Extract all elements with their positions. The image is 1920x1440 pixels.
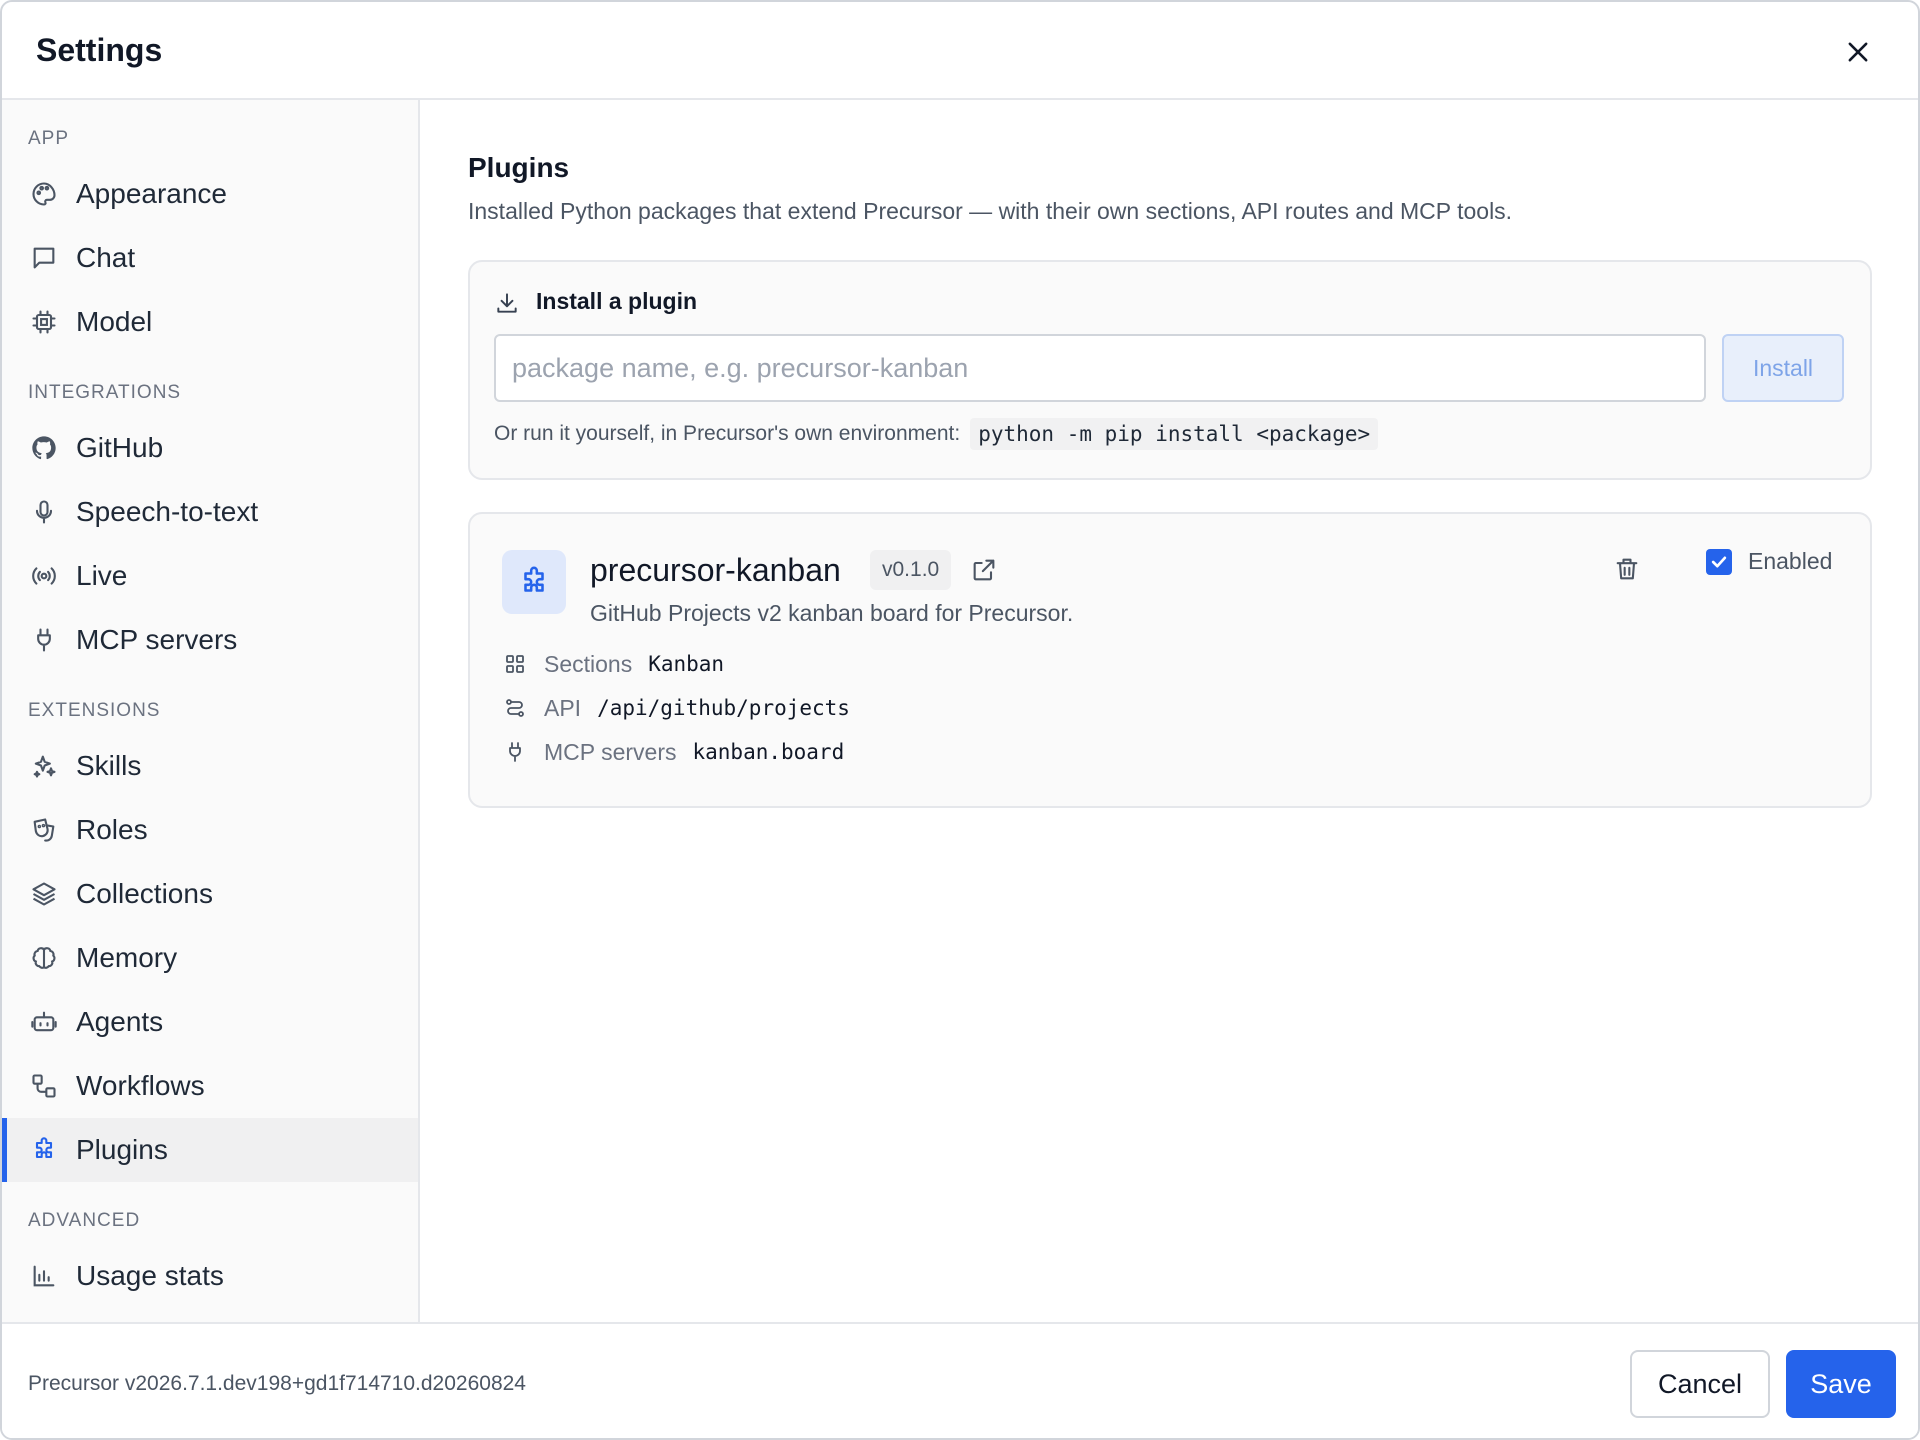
settings-sidebar: APP Appearance Chat Model INTEGRATIONS G… <box>2 100 420 1322</box>
plugin-meta-mcp-servers: MCP servers kanban.board <box>502 734 844 770</box>
close-icon <box>1848 42 1868 62</box>
puzzle-icon <box>30 1136 58 1164</box>
external-link-icon <box>973 559 995 581</box>
sidebar-section-integrations: INTEGRATIONS <box>28 382 182 403</box>
package-name-input[interactable] <box>494 334 1706 402</box>
sidebar-section-advanced: ADVANCED <box>28 1210 141 1231</box>
app-version: Precursor v2026.7.1.dev198+gd1f714710.d2… <box>28 1372 526 1395</box>
page-subtitle: Installed Python packages that extend Pr… <box>468 198 1513 224</box>
sidebar-section-app: APP <box>28 128 70 149</box>
sidebar-item-label: Usage stats <box>76 1260 224 1291</box>
sidebar-item-collections[interactable]: Collections <box>2 862 418 926</box>
plugin-description: GitHub Projects v2 kanban board for Prec… <box>590 600 1074 626</box>
sidebar-item-plugins[interactable]: Plugins <box>2 1118 418 1182</box>
meta-label: MCP servers <box>544 738 677 765</box>
palette-icon <box>30 180 58 208</box>
meta-value: Kanban <box>648 652 725 676</box>
plugin-meta-api: API /api/github/projects <box>502 690 850 726</box>
sidebar-item-label: Skills <box>76 750 142 781</box>
plug-icon <box>502 739 528 765</box>
theater-masks-icon <box>30 816 58 844</box>
sidebar-item-skills[interactable]: Skills <box>2 734 418 798</box>
robot-icon <box>30 1008 58 1036</box>
chat-bubble-icon <box>30 244 58 272</box>
puzzle-icon <box>524 566 544 592</box>
brain-icon <box>30 944 58 972</box>
sidebar-item-appearance[interactable]: Appearance <box>2 162 418 226</box>
dialog-header: Settings <box>2 2 1918 100</box>
sidebar-item-label: Plugins <box>76 1134 168 1165</box>
sidebar-item-memory[interactable]: Memory <box>2 926 418 990</box>
sidebar-item-chat[interactable]: Chat <box>2 226 418 290</box>
broadcast-icon <box>30 562 58 590</box>
download-icon <box>494 290 520 316</box>
dialog-title: Settings <box>36 32 163 68</box>
cpu-chip-icon <box>30 308 58 336</box>
sidebar-item-agents[interactable]: Agents <box>2 990 418 1054</box>
install-plugin-title: Install a plugin <box>536 288 698 314</box>
plugin-avatar <box>502 550 566 614</box>
sidebar-item-github[interactable]: GitHub <box>2 416 418 480</box>
save-button[interactable]: Save <box>1786 1350 1896 1418</box>
page-title: Plugins <box>468 152 570 183</box>
settings-dialog: Settings APP Appearance Chat Model INTEG… <box>0 0 1920 1440</box>
sidebar-item-speech-to-text[interactable]: Speech-to-text <box>2 480 418 544</box>
meta-value: kanban.board <box>692 740 845 764</box>
install-command: python -m pip install <package> <box>970 418 1379 450</box>
bar-chart-icon <box>30 1262 58 1290</box>
sidebar-item-label: Model <box>76 306 153 337</box>
sidebar-item-workflows[interactable]: Workflows <box>2 1054 418 1118</box>
plugins-panel: Plugins Installed Python packages that e… <box>420 100 1918 1322</box>
layers-icon <box>30 880 58 908</box>
route-icon <box>502 695 528 721</box>
sidebar-item-label: Chat <box>76 242 136 273</box>
install-hint-text: Or run it yourself, in Precursor's own e… <box>494 422 961 445</box>
external-link-button[interactable] <box>970 556 998 584</box>
trash-icon <box>1616 558 1638 580</box>
sidebar-item-mcp-servers[interactable]: MCP servers <box>2 608 418 672</box>
plugin-card: precursor-kanban v0.1.0 GitHub Projects … <box>468 512 1872 808</box>
sidebar-item-live[interactable]: Live <box>2 544 418 608</box>
sidebar-item-label: Speech-to-text <box>76 496 259 527</box>
install-hint: Or run it yourself, in Precursor's own e… <box>494 418 1379 450</box>
sidebar-item-label: Collections <box>76 878 213 909</box>
meta-label: API <box>544 694 582 721</box>
sidebar-item-label: GitHub <box>76 432 164 463</box>
delete-plugin-button[interactable] <box>1612 554 1642 584</box>
enabled-label: Enabled <box>1748 548 1833 574</box>
dialog-footer: Precursor v2026.7.1.dev198+gd1f714710.d2… <box>2 1322 1918 1438</box>
install-plugin-card: Install a plugin Install Or run it yours… <box>468 260 1872 480</box>
plug-icon <box>30 626 58 654</box>
cancel-button[interactable]: Cancel <box>1630 1350 1770 1418</box>
workflow-icon <box>30 1072 58 1100</box>
sidebar-item-label: Memory <box>76 942 178 973</box>
sidebar-item-usage-stats[interactable]: Usage stats <box>2 1244 418 1308</box>
sidebar-item-model[interactable]: Model <box>2 290 418 354</box>
sidebar-item-label: Agents <box>76 1006 164 1037</box>
sparkles-icon <box>30 752 58 780</box>
enabled-checkbox[interactable] <box>1706 548 1732 575</box>
plugin-meta-sections: Sections Kanban <box>502 646 724 682</box>
plugin-version-badge: v0.1.0 <box>870 550 952 590</box>
sidebar-item-label: Appearance <box>76 178 228 209</box>
github-icon <box>30 434 58 462</box>
checkmark-icon <box>1711 556 1727 567</box>
install-button[interactable]: Install <box>1722 334 1844 402</box>
close-button[interactable] <box>1838 32 1878 72</box>
microphone-icon <box>30 498 58 526</box>
sidebar-item-label: Live <box>76 560 128 591</box>
sidebar-item-label: Roles <box>76 814 148 845</box>
meta-label: Sections <box>544 650 633 677</box>
sidebar-item-roles[interactable]: Roles <box>2 798 418 862</box>
grid-icon <box>502 651 528 677</box>
sidebar-item-label: MCP servers <box>76 624 238 655</box>
meta-value: /api/github/projects <box>597 696 850 720</box>
plugin-name: precursor-kanban <box>590 552 841 588</box>
sidebar-item-label: Workflows <box>76 1070 205 1101</box>
sidebar-section-extensions: EXTENSIONS <box>28 700 161 721</box>
enabled-toggle[interactable]: Enabled <box>1706 548 1832 575</box>
